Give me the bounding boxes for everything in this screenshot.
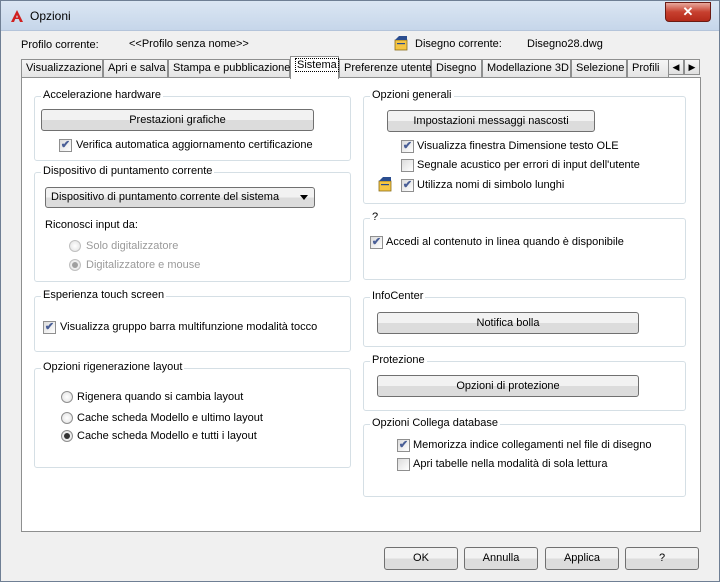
touch-ribbon-checkbox[interactable] [43,321,56,334]
drawing-value: Disegno28.dwg [527,38,603,50]
beep-on-error-label: Segnale acustico per errori di input del… [417,159,640,171]
autocad-logo-icon [11,10,23,22]
ok-button[interactable]: OK [384,547,458,570]
regen-on-switch-label: Rigenera quando si cambia layout [77,391,244,403]
digitizer-and-mouse-radio[interactable] [69,259,81,271]
online-content-label: Accedi al contenuto in linea quando è di… [386,236,624,248]
cancel-button[interactable]: Annulla [464,547,538,570]
accept-input-label: Riconosci input da: [45,219,138,231]
store-links-index-label: Memorizza indice collegamenti nel file d… [413,439,652,451]
cert-update-checkbox[interactable] [59,139,72,152]
group-layout-regen: Opzioni rigenerazione layout Rigenera qu… [34,361,351,468]
graphics-performance-button[interactable]: Prestazioni grafiche [41,109,314,131]
apply-button[interactable]: Applica [545,547,619,570]
tab-profili[interactable]: Profili [627,59,669,78]
pointing-device-value: Dispositivo di puntamento corrente del s… [51,191,280,203]
pointing-device-select[interactable]: Dispositivo di puntamento corrente del s… [45,187,315,208]
tab-scroll-left-icon[interactable]: ◀ [668,59,684,75]
open-tables-readonly-label: Apri tabelle nella modalità di sola lett… [413,458,608,470]
group-pointing-device: Dispositivo di puntamento corrente Dispo… [34,165,351,282]
help-button[interactable]: ? [625,547,699,570]
tab-modellazione-3d[interactable]: Modellazione 3D [482,59,571,78]
cache-model-last-label: Cache scheda Modello e ultimo layout [77,412,263,424]
digitizer-only-radio[interactable] [69,240,81,252]
options-dialog: Opzioni ✕ Profilo corrente: <<Profilo se… [0,0,720,582]
group-security: Protezione Opzioni di protezione [363,354,686,411]
title-bar[interactable]: Opzioni ✕ [1,1,719,31]
tab-sistema-label: Sistema [295,58,339,72]
touch-ribbon-label: Visualizza gruppo barra multifunzione mo… [60,321,318,333]
long-symbol-names-checkbox[interactable] [401,179,414,192]
window-title: Opzioni [30,9,71,23]
drawing-file-icon [394,36,408,51]
chevron-down-icon [300,195,308,200]
tab-panel-sistema: Accelerazione hardware Prestazioni grafi… [21,77,701,532]
tab-preferenze-utente[interactable]: Preferenze utente [339,59,431,78]
group-infocenter: InfoCenter Notifica bolla [363,290,686,347]
profile-label: Profilo corrente: [21,39,99,51]
profile-value: <<Profilo senza nome>> [129,38,249,50]
ole-text-size-label: Visualizza finestra Dimensione testo OLE [417,140,619,152]
cache-model-all-label: Cache scheda Modello e tutti i layout [77,430,257,442]
tab-selezione[interactable]: Selezione [571,59,627,78]
tab-scroll-right-icon[interactable]: ▶ [684,59,700,75]
tab-scroll: ◀ ▶ [668,59,700,75]
group-title: ? [370,211,381,223]
balloon-notification-button[interactable]: Notifica bolla [377,312,639,334]
cache-model-last-radio[interactable] [61,412,73,424]
regen-on-switch-radio[interactable] [61,391,73,403]
close-button[interactable]: ✕ [665,2,711,22]
cache-model-all-radio[interactable] [61,430,73,442]
group-title: Dispositivo di puntamento corrente [41,165,215,177]
group-title: Esperienza touch screen [41,289,167,301]
digitizer-only-label: Solo digitalizzatore [86,240,179,252]
online-content-checkbox[interactable] [370,236,383,249]
group-touch-screen: Esperienza touch screen Visualizza grupp… [34,289,351,352]
group-title: Protezione [370,354,427,366]
group-general-options: Opzioni generali Impostazioni messaggi n… [363,89,686,204]
cert-update-label: Verifica automatica aggiornamento certif… [76,139,313,151]
tab-sistema[interactable]: Sistema [290,56,339,79]
beep-on-error-checkbox[interactable] [401,159,414,172]
security-options-button[interactable]: Opzioni di protezione [377,375,639,397]
tab-apri-e-salva[interactable]: Apri e salva [103,59,168,78]
tab-disegno[interactable]: Disegno [431,59,482,78]
drawing-label: Disegno corrente: [415,38,502,50]
group-title: Accelerazione hardware [41,89,164,101]
tab-visualizzazione[interactable]: Visualizzazione [21,59,103,78]
hidden-messages-button[interactable]: Impostazioni messaggi nascosti [387,110,595,132]
digitizer-and-mouse-label: Digitalizzatore e mouse [86,259,201,271]
group-db-connect: Opzioni Collega database Memorizza indic… [363,417,686,497]
drawing-file-icon [378,177,392,192]
group-title: InfoCenter [370,290,426,302]
long-symbol-names-label: Utilizza nomi di simbolo lunghi [417,179,565,191]
group-title: Opzioni Collega database [370,417,500,429]
store-links-index-checkbox[interactable] [397,439,410,452]
group-title: Opzioni rigenerazione layout [41,361,185,373]
open-tables-readonly-checkbox[interactable] [397,458,410,471]
group-help: ? Accedi al contenuto in linea quando è … [363,211,686,280]
group-hardware-acceleration: Accelerazione hardware Prestazioni grafi… [34,89,351,161]
ole-text-size-checkbox[interactable] [401,140,414,153]
group-title: Opzioni generali [370,89,454,101]
tab-stampa-e-pubblicazione[interactable]: Stampa e pubblicazione [168,59,290,78]
